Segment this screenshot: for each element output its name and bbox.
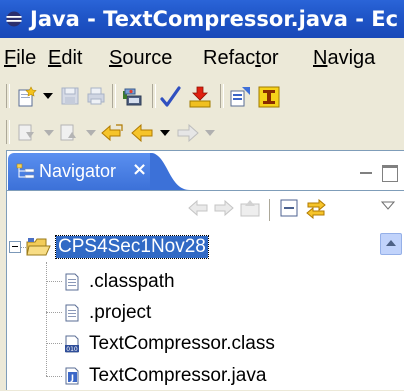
file-label: TextCompressor.class	[89, 333, 275, 354]
toolbar-grip	[6, 84, 10, 108]
project-folder-icon	[26, 238, 51, 256]
svg-text:010: 010	[66, 346, 78, 353]
class-file-icon: 010	[65, 335, 79, 353]
back-arrow-icon[interactable]	[187, 198, 209, 218]
forward-dropdown-arrow[interactable]	[205, 130, 215, 136]
toolbar-grip	[6, 120, 10, 144]
debug-run-icon[interactable]	[121, 85, 145, 109]
toolbar-separator	[269, 199, 273, 221]
main-toolbar	[0, 78, 404, 114]
view-menu-icon[interactable]	[381, 201, 395, 211]
tab-navigator[interactable]: Navigator ×	[8, 153, 158, 190]
navigation-toolbar	[0, 114, 404, 150]
file-label: .classpath	[89, 271, 175, 292]
minus-sign	[12, 246, 18, 247]
up-arrow-icon	[386, 240, 396, 246]
checkmark-icon[interactable]	[160, 85, 182, 109]
forward-arrow-icon[interactable]	[176, 123, 200, 143]
new-wizard-icon[interactable]	[16, 86, 38, 108]
link-with-editor-icon[interactable]	[305, 197, 327, 219]
window-title: Java - TextCompressor.java - Ec	[30, 7, 399, 31]
tree-item-project[interactable]: CPS4Sec1Nov28	[26, 232, 306, 262]
tree-connector	[46, 281, 62, 282]
navigator-tab-label: Navigator	[39, 161, 117, 181]
tree-item-project-file[interactable]: .project	[64, 298, 304, 328]
tree-connector	[46, 376, 62, 377]
eclipse-app-icon	[6, 11, 22, 27]
back-arrow-icon[interactable]	[130, 123, 154, 143]
menu-source[interactable]: Source	[109, 47, 172, 70]
tree-item-class-file[interactable]: 010 TextCompressor.class	[64, 329, 364, 359]
window-title-bar[interactable]: Java - TextCompressor.java - Ec	[0, 0, 404, 38]
file-label: TextCompressor.java	[89, 365, 267, 386]
search-type-icon[interactable]	[258, 86, 280, 108]
project-label: CPS4Sec1Nov28	[55, 235, 209, 259]
tree-item-java-file[interactable]: J TextCompressor.java	[64, 361, 364, 391]
close-icon[interactable]: ×	[132, 159, 147, 180]
tree-connector	[46, 312, 62, 313]
menu-edit[interactable]: Edit	[48, 47, 82, 70]
up-folder-icon[interactable]	[239, 198, 261, 218]
next-annotation-dropdown[interactable]	[44, 130, 54, 136]
print-icon[interactable]	[86, 86, 106, 106]
back-dropdown-arrow[interactable]	[160, 130, 170, 136]
svg-text:J: J	[70, 374, 74, 383]
toolbar-separator	[112, 84, 116, 108]
tab-curve	[150, 153, 190, 190]
previous-annotation-icon[interactable]	[58, 123, 78, 143]
menu-navigate[interactable]: Naviga	[313, 47, 375, 70]
file-label: .project	[89, 302, 152, 323]
open-type-icon[interactable]	[229, 86, 251, 108]
java-file-icon: J	[65, 367, 79, 385]
previous-annotation-dropdown[interactable]	[86, 130, 96, 136]
navigator-icon	[16, 163, 35, 179]
save-icon[interactable]	[60, 86, 80, 106]
toolbar-separator	[220, 84, 224, 108]
external-tools-icon[interactable]	[188, 85, 212, 109]
collapse-toggle[interactable]	[9, 241, 21, 253]
menu-file[interactable]: File	[4, 47, 36, 70]
maximize-view-button[interactable]	[382, 165, 398, 182]
text-file-icon	[65, 273, 79, 291]
scroll-up-button[interactable]	[380, 233, 402, 255]
menu-bar: File Edit Source Refactor Naviga	[0, 38, 404, 78]
last-edit-location-icon[interactable]	[100, 123, 124, 143]
navigator-view-toolbar	[7, 190, 404, 227]
toolbar-separator	[152, 84, 156, 108]
tree-connector	[46, 262, 47, 376]
forward-arrow-icon[interactable]	[213, 198, 235, 218]
text-file-icon	[65, 304, 79, 322]
tree-connector	[46, 343, 62, 344]
tree-item-classpath[interactable]: .classpath	[64, 267, 304, 297]
minimize-view-button[interactable]	[360, 172, 372, 174]
menu-refactor[interactable]: Refactor	[203, 47, 279, 70]
next-annotation-icon[interactable]	[16, 123, 36, 143]
new-dropdown-arrow[interactable]	[43, 93, 53, 99]
collapse-all-icon[interactable]	[279, 198, 299, 218]
